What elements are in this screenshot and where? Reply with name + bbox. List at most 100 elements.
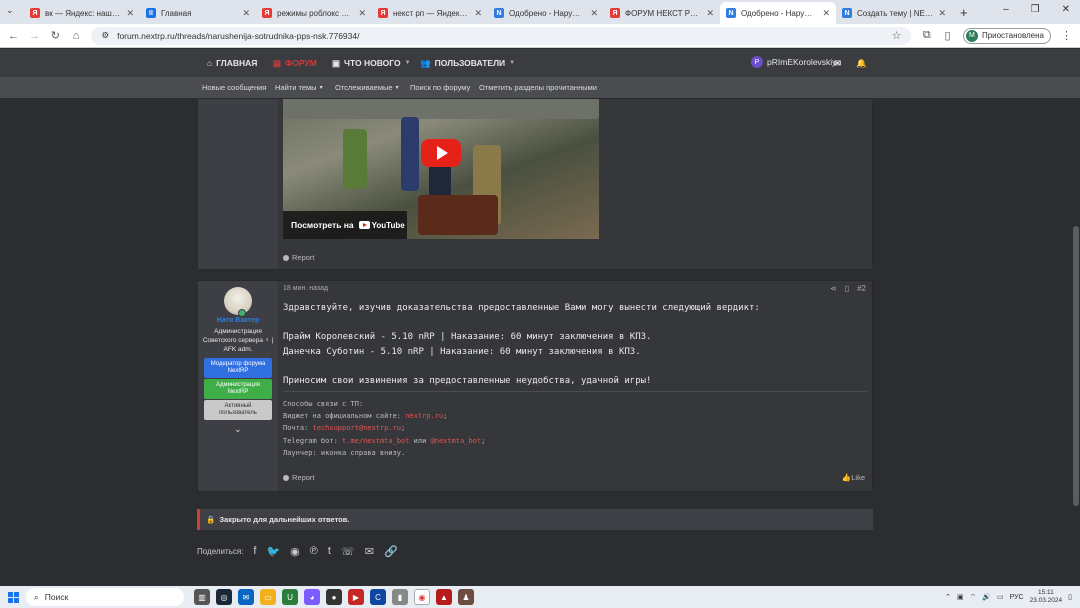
pinterest-icon[interactable]: ℗ — [310, 545, 318, 557]
tab-close-icon[interactable]: ✕ — [474, 8, 482, 19]
nav-users[interactable]: 👥 ПОЛЬЗОВАТЕЛИ ▼ — [420, 49, 515, 77]
whatsapp-icon[interactable]: ☏ — [341, 545, 355, 558]
page-scrollbar[interactable] — [1072, 98, 1080, 586]
tab-search-icon[interactable]: ⌄ — [6, 5, 14, 16]
browser-tab[interactable]: Я ФОРУМ НЕКСТ РП — Ян ✕ — [604, 2, 720, 24]
tray-chevron-icon[interactable]: ⌃ — [945, 593, 951, 601]
author-name[interactable]: Натя Вактер — [198, 317, 278, 324]
taskbar-search[interactable]: ⌕ Поиск — [26, 588, 184, 606]
app-icon[interactable]: ▶ — [348, 589, 364, 605]
tab-close-icon[interactable]: ✕ — [358, 8, 366, 19]
app-icon[interactable]: ▲ — [436, 589, 452, 605]
scrollbar-thumb[interactable] — [1073, 226, 1079, 506]
post-number[interactable]: #2 — [857, 284, 866, 293]
close-window-icon[interactable]: ✕ — [1062, 4, 1070, 15]
reddit-icon[interactable]: ◉ — [290, 545, 300, 558]
new-tab-button[interactable]: + — [952, 5, 976, 24]
chrome-icon[interactable]: ◉ — [414, 589, 430, 605]
report-button[interactable]: Report — [283, 253, 315, 262]
tray-network-icon[interactable]: ⌔ — [970, 593, 977, 602]
reload-icon[interactable]: ↻ — [50, 29, 61, 42]
bookmark-star-icon[interactable]: ☆ — [892, 29, 902, 42]
extensions-icon[interactable]: ⧉ — [921, 29, 932, 42]
profile-button[interactable]: M Приостановлена — [962, 27, 1051, 44]
report-button[interactable]: Report — [283, 473, 315, 482]
sig-link-telegram-handle[interactable]: @nextmta_bot — [431, 437, 482, 445]
game-icon[interactable]: ♟ — [458, 589, 474, 605]
menu-icon[interactable]: ⋮ — [1061, 29, 1072, 42]
author-avatar[interactable] — [224, 287, 252, 317]
tumblr-icon[interactable]: t — [328, 545, 331, 557]
mail-icon[interactable]: ✉ — [238, 589, 254, 605]
post-time[interactable]: 18 мин. назад — [283, 285, 328, 292]
mouse-app-icon[interactable]: ▮ — [392, 589, 408, 605]
expand-chevron-icon[interactable]: ⌄ — [234, 424, 242, 435]
tab-title: некст рп — Яндекс: наш — [393, 8, 469, 18]
app-icon[interactable]: U — [282, 589, 298, 605]
facebook-icon[interactable]: f — [253, 545, 256, 557]
email-icon[interactable]: ✉ — [365, 545, 374, 558]
browser-tab[interactable]: II Главная ✕ — [140, 2, 256, 24]
forward-icon[interactable]: → — [29, 30, 40, 42]
bookmark-icon[interactable]: ▯ — [845, 284, 849, 293]
sig-line-4-end: ; — [481, 436, 486, 445]
browser-tab[interactable]: N Создать тему | NEXTRP ✕ — [836, 2, 952, 24]
tab-close-icon[interactable]: ✕ — [242, 8, 250, 19]
tab-close-icon[interactable]: ✕ — [126, 8, 134, 19]
subnav-new-posts[interactable]: Новые сообщения — [202, 77, 266, 98]
site-info-icon[interactable]: ⚙ — [101, 30, 109, 41]
alerts-bell-icon[interactable]: 🔔 — [856, 49, 867, 77]
browser-tab[interactable]: Явк — Яндекс: нашлось 5 ✕ — [24, 2, 140, 24]
tab-close-icon[interactable]: ✕ — [590, 8, 598, 19]
tab-close-icon[interactable]: ✕ — [938, 8, 946, 19]
youtube-wordmark: YouTube — [371, 220, 405, 230]
tab-title: Одобрено - Нарушени — [509, 8, 586, 18]
tab-close-icon[interactable]: ✕ — [822, 8, 830, 19]
user-account-menu[interactable]: P pRImEKorolevskiy — [751, 56, 836, 68]
tray-battery-icon[interactable]: ▭ — [997, 593, 1004, 601]
notifications-icon[interactable]: ▯ — [1068, 593, 1072, 601]
nav-whats-new[interactable]: ▣ ЧТО НОВОГО ▼ — [332, 49, 411, 77]
sig-link-site[interactable]: nextrp.ru — [405, 412, 443, 420]
youtube-embed[interactable]: Посмотреть на YouTube — [283, 99, 599, 239]
link-icon[interactable]: 🔗 — [384, 545, 398, 558]
share-icon[interactable]: ⋖ — [830, 284, 837, 293]
file-explorer-icon[interactable]: ▭ — [260, 589, 276, 605]
sig-link-email[interactable]: techsupport@nextrp.ru — [313, 424, 402, 432]
watch-on-youtube-button[interactable]: Посмотреть на YouTube — [283, 211, 407, 239]
minimize-icon[interactable]: – — [1003, 4, 1009, 15]
thread-closed-notice: 🔒 Закрыто для дальнейших ответов. — [197, 509, 873, 530]
app-icon[interactable]: C — [370, 589, 386, 605]
browser-tab[interactable]: Ярежимы роблокс по тип ✕ — [256, 2, 372, 24]
nav-forum[interactable]: ▤ ФОРУМ — [273, 49, 317, 77]
tray-app-icon[interactable]: ▣ — [957, 593, 964, 601]
start-button[interactable] — [0, 586, 26, 608]
sidepanel-icon[interactable]: ▯ — [942, 29, 953, 42]
post-1-content: Посмотреть на YouTube Report — [278, 99, 872, 269]
subnav-search[interactable]: Поиск по форуму — [410, 77, 470, 98]
tray-speaker-icon[interactable]: 🔊 — [982, 593, 991, 601]
browser-tab[interactable]: N Одобрено - Нарушени ✕ — [488, 2, 604, 24]
browser-tab[interactable]: N Одобрено - Нарушени ✕ — [720, 2, 836, 24]
browser-tab[interactable]: Янекст рп — Яндекс: наш ✕ — [372, 2, 488, 24]
home-icon[interactable]: ⌂ — [71, 30, 82, 42]
back-icon[interactable]: ← — [8, 30, 19, 42]
address-bar[interactable]: ⚙ forum.nextrp.ru/threads/narushenija-so… — [91, 26, 912, 45]
app-icon[interactable]: ● — [326, 589, 342, 605]
task-view-icon[interactable]: ▥ — [194, 589, 210, 605]
discord-icon[interactable]: ◕ — [304, 589, 320, 605]
subnav-watched[interactable]: Отслеживаемые ▾ — [335, 77, 399, 98]
sig-link-telegram[interactable]: t.me/nextmta_bot — [342, 437, 409, 445]
tab-close-icon[interactable]: ✕ — [706, 8, 714, 19]
keyboard-language[interactable]: РУС — [1010, 594, 1024, 601]
subnav-find-threads[interactable]: Найти темы ▾ — [275, 77, 323, 98]
steam-icon[interactable]: ◎ — [216, 589, 232, 605]
nav-home[interactable]: ⌂ ГЛАВНАЯ — [207, 49, 257, 77]
twitter-icon[interactable]: 🐦 — [266, 545, 280, 558]
subnav-mark-read[interactable]: Отметить разделы прочитанными — [479, 77, 597, 98]
youtube-play-icon[interactable] — [421, 139, 461, 167]
clock[interactable]: 15:11 23.03.2024 — [1030, 589, 1063, 605]
conversations-icon[interactable]: ✉ — [834, 49, 841, 77]
like-button[interactable]: 👍Like — [842, 473, 865, 482]
maximize-icon[interactable]: ❐ — [1031, 4, 1040, 15]
